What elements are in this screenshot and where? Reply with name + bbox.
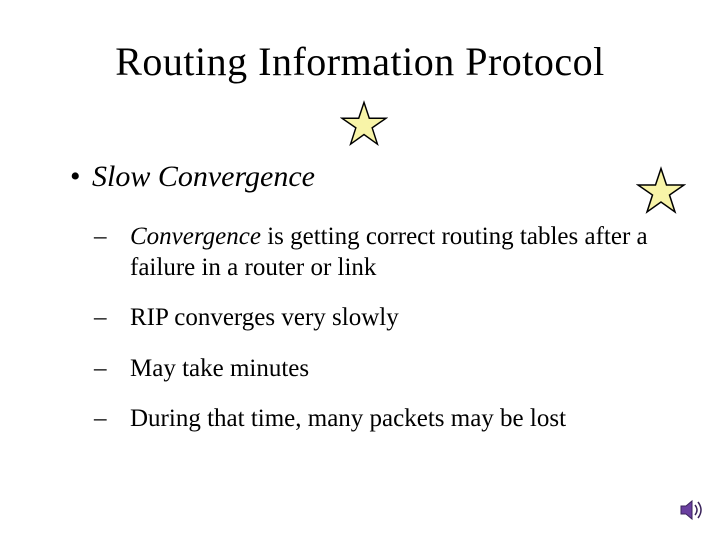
dash-marker: – [112, 303, 130, 334]
sub-bullet: –RIP converges very slowly [112, 303, 672, 334]
sub-bullet: –May take minutes [112, 354, 672, 385]
dash-marker: – [112, 222, 130, 253]
sound-icon[interactable] [680, 499, 706, 526]
sub-bullet: –During that time, many packets may be l… [112, 404, 672, 435]
sub-bullet-text: During that time, many packets may be lo… [130, 405, 566, 432]
main-bullet-text: Slow Convergence [92, 160, 315, 193]
dash-marker: – [112, 404, 130, 435]
sub-bullet-list: –Convergence is getting correct routing … [112, 222, 672, 455]
bullet-marker: • [70, 160, 92, 194]
sub-bullet-text: May take minutes [130, 355, 309, 382]
dash-marker: – [112, 354, 130, 385]
sub-bullet-emphasis: Convergence [130, 223, 261, 250]
sub-bullet: –Convergence is getting correct routing … [112, 222, 672, 283]
star-icon [636, 166, 686, 216]
slide: Routing Information Protocol •Slow Conve… [0, 0, 720, 540]
star-icon [340, 100, 388, 148]
slide-title: Routing Information Protocol [0, 38, 720, 85]
sub-bullet-text: RIP converges very slowly [130, 304, 399, 331]
main-bullet: •Slow Convergence [70, 160, 315, 194]
